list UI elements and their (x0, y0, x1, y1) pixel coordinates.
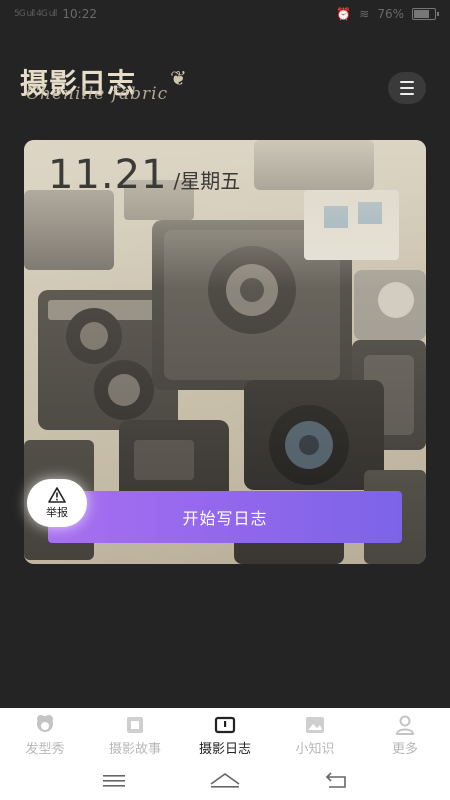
nav-menu-icon[interactable] (102, 773, 125, 792)
app-logo: 摄影日志 Chenille fabric ❦ (20, 62, 210, 114)
tab-more[interactable]: 更多 (360, 708, 450, 764)
image-icon (304, 715, 326, 735)
tab-tips[interactable]: 小知识 (270, 708, 360, 764)
status-bar: 5G ull 4G ull 10:22 ⏰ ≋ 76% (0, 0, 450, 28)
report-button[interactable]: 举报 (27, 479, 87, 527)
menu-line (400, 81, 414, 83)
photo-frame-icon (124, 715, 146, 735)
menu-button[interactable] (388, 72, 426, 104)
tab-photo-stories[interactable]: 摄影故事 (90, 708, 180, 764)
start-journal-button[interactable]: 开始写日志 (48, 491, 402, 543)
logo-flourish-icon: ❦ (170, 66, 187, 90)
tab-label: 更多 (391, 742, 418, 757)
tab-label: 小知识 (295, 742, 335, 757)
warning-icon (48, 486, 66, 503)
logo-script: Chenille fabric (26, 84, 169, 104)
bottom-tab-bar: 发型秀 摄影故事 摄影日志 小知识 更多 (0, 708, 450, 764)
date-block: 11.21 /星期五 (48, 152, 240, 198)
tab-label: 摄影日志 (198, 742, 251, 757)
signal-indicator: 5G ull 4G ull (14, 9, 57, 19)
status-time: 10:22 (62, 7, 97, 21)
hair-icon (34, 715, 56, 735)
battery-fill (414, 10, 429, 18)
nav-home-icon[interactable] (210, 772, 240, 792)
system-nav-bar (0, 764, 450, 800)
tab-hairstyle-show[interactable]: 发型秀 (0, 708, 90, 764)
weekday-text: /星期五 (173, 169, 241, 193)
tab-photo-journal[interactable]: 摄影日志 (180, 708, 270, 764)
nav-back-icon[interactable] (325, 772, 347, 792)
tab-label: 摄影故事 (108, 742, 161, 757)
journal-icon (214, 715, 236, 735)
wifi-icon: ≋ (359, 7, 370, 21)
battery-percent: 76% (377, 7, 404, 21)
menu-line (400, 87, 414, 89)
report-label: 举报 (46, 505, 68, 519)
person-icon (394, 715, 416, 735)
alarm-icon: ⏰ (336, 7, 352, 21)
menu-line (400, 93, 414, 95)
tab-label: 发型秀 (25, 742, 65, 757)
battery-icon (412, 8, 439, 20)
date-text: 11.21 (48, 152, 168, 198)
